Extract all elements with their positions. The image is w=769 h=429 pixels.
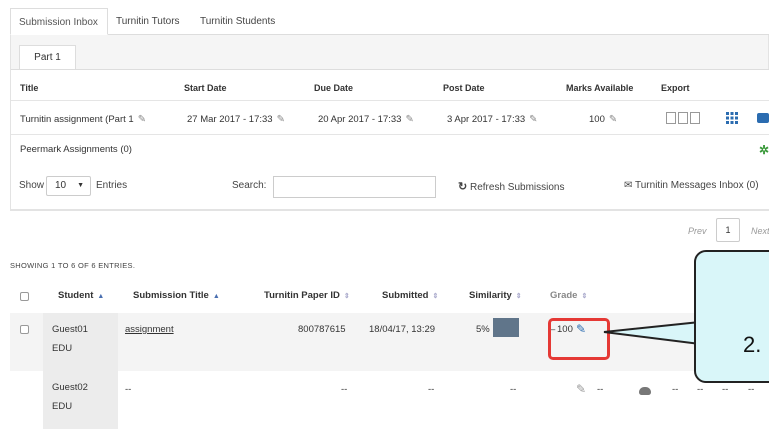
callout-bubble	[694, 250, 769, 383]
callout-step-number: 2.	[743, 332, 762, 357]
callout-pointer	[603, 320, 701, 346]
